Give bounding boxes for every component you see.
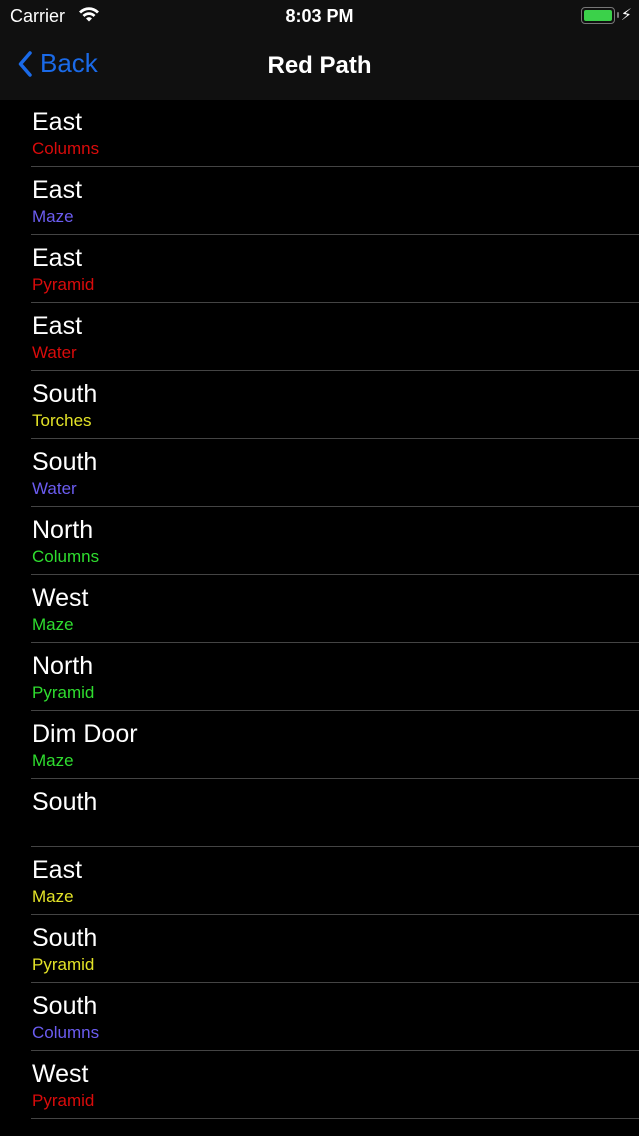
item-subtitle: Maze (32, 615, 74, 634)
item-subtitle: Columns (32, 139, 100, 158)
item-title: East (32, 856, 83, 884)
page-title: Red Path (267, 52, 372, 79)
clock: 8:03 PM (285, 6, 354, 26)
item-title: East (32, 176, 83, 204)
list-item[interactable]: East Maze (31, 167, 639, 235)
list-item[interactable]: West Maze (31, 575, 639, 643)
item-subtitle: Pyramid (32, 275, 95, 294)
item-title: North (32, 516, 94, 544)
list-item[interactable]: West Pyramid (31, 1051, 639, 1119)
charging-bolt-icon: ⚡︎ (620, 7, 632, 24)
item-title: East (32, 312, 83, 340)
item-title: South (32, 992, 98, 1020)
item-title: Dim Door (32, 720, 138, 748)
item-subtitle: Water (32, 343, 77, 362)
item-title: East (32, 244, 83, 272)
item-subtitle: Maze (32, 887, 74, 906)
list-item[interactable]: South Columns (31, 983, 639, 1051)
item-subtitle: Water (32, 479, 77, 498)
list-item[interactable]: East Columns (31, 99, 639, 167)
item-title: South (32, 380, 98, 408)
item-title: South (32, 924, 98, 952)
item-title: South (32, 448, 98, 476)
item-subtitle: Pyramid (32, 1091, 95, 1110)
status-bar: Carrier 8:03 PM ⚡︎ (0, 0, 639, 33)
battery-icon (581, 7, 619, 24)
item-title: North (32, 652, 94, 680)
list-item[interactable]: Dim Door Maze (31, 711, 639, 779)
list-item[interactable]: South Water (31, 439, 639, 507)
list-item[interactable]: East Maze (31, 847, 639, 915)
list-item[interactable]: South Pyramid (31, 915, 639, 983)
item-subtitle: Pyramid (32, 683, 95, 702)
item-subtitle: Torches (32, 411, 92, 430)
item-subtitle: Columns (32, 547, 100, 566)
item-subtitle: Maze (32, 751, 74, 770)
list-item[interactable]: North Columns (31, 507, 639, 575)
item-title: West (32, 1060, 89, 1088)
list-item[interactable]: North Pyramid (31, 643, 639, 711)
item-subtitle: Columns (32, 1023, 100, 1042)
item-subtitle: Pyramid (32, 955, 95, 974)
navigation-bar: Back Red Path (0, 33, 639, 100)
item-title: East (32, 108, 83, 136)
list-item[interactable]: East Pyramid (31, 235, 639, 303)
item-title: West (32, 584, 89, 612)
list-item[interactable]: South (31, 779, 639, 847)
item-subtitle: Maze (32, 207, 74, 226)
item-title: South (32, 788, 98, 816)
list-item[interactable]: South Torches (31, 371, 639, 439)
path-list: East Columns East Maze East Pyramid East Water S… (0, 99, 639, 1119)
list-item[interactable]: East Water (31, 303, 639, 371)
